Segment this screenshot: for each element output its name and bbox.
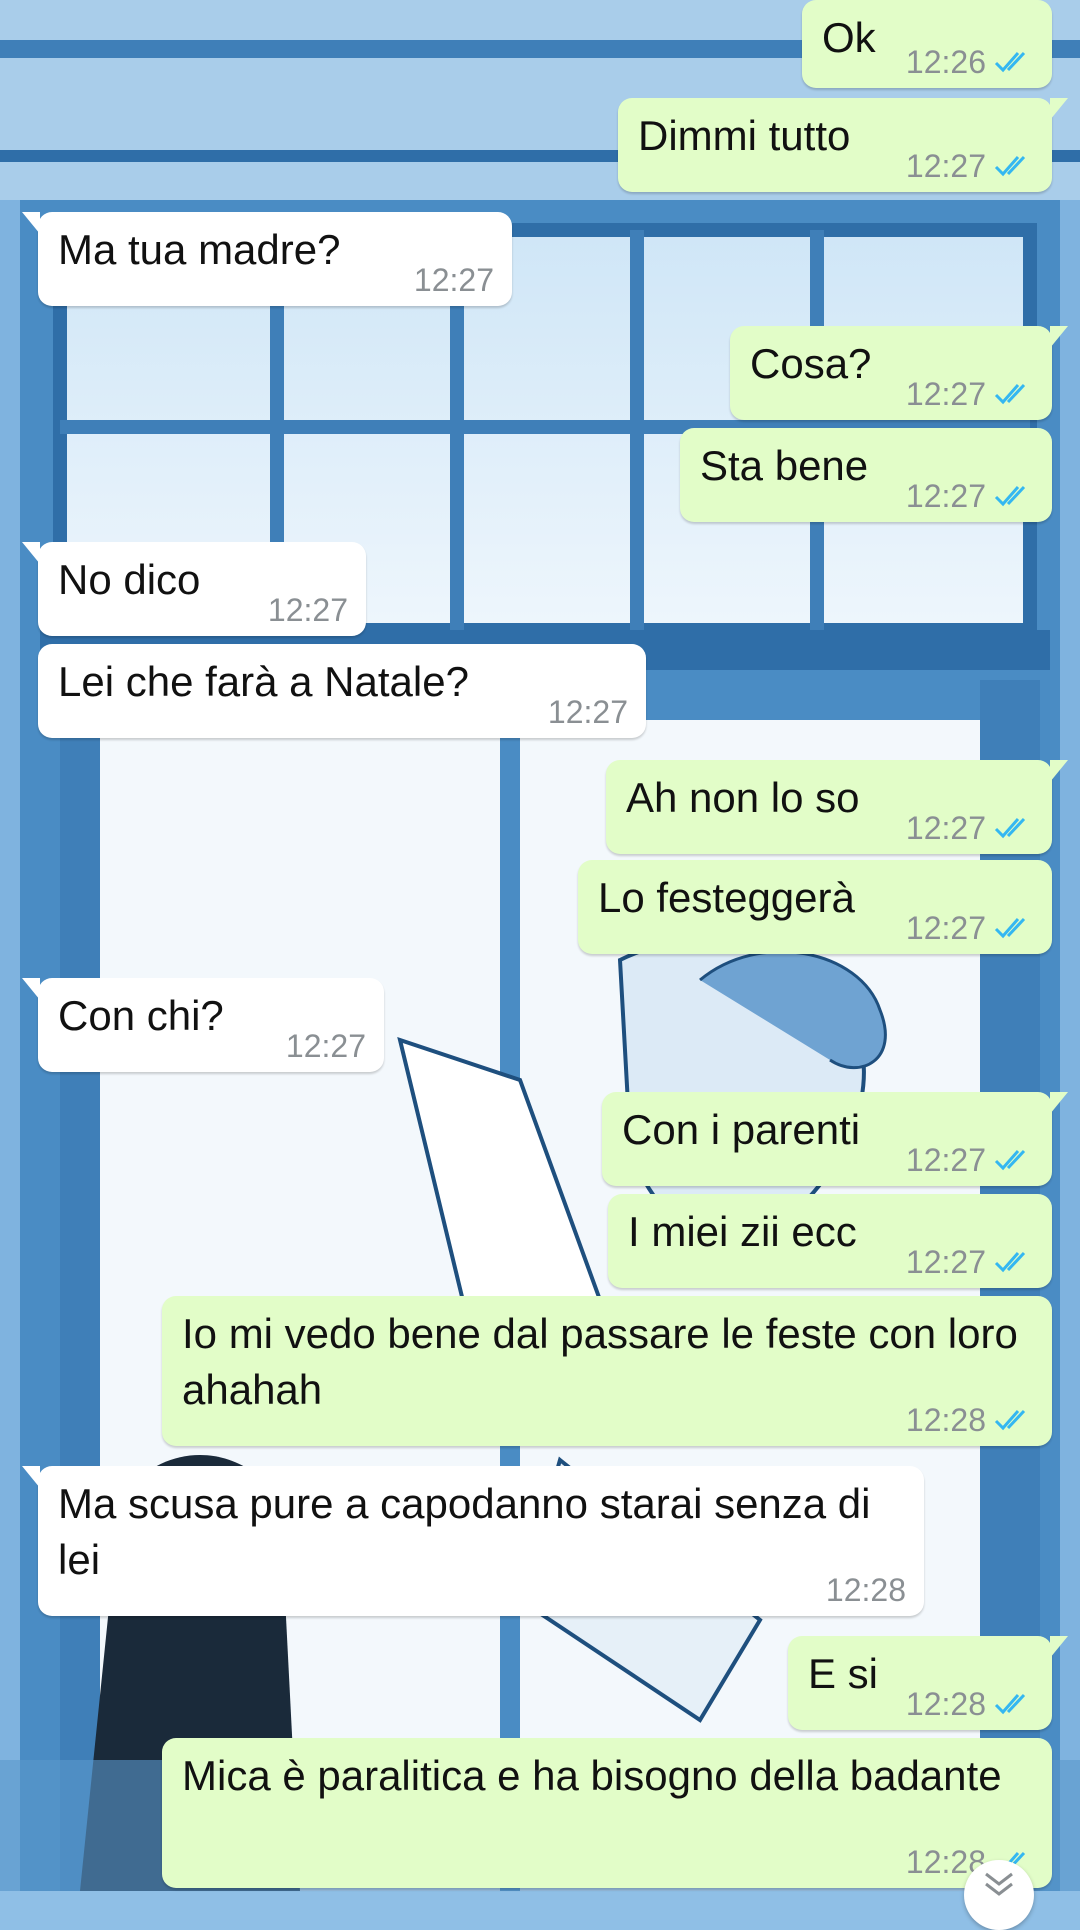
message-time: 12:27 [905, 1142, 986, 1178]
outgoing-message-bubble[interactable]: Ah non lo so 12:27 [606, 760, 1068, 854]
outgoing-message-bubble[interactable]: Ok 12:26 [802, 0, 1052, 88]
message-meta: 12:26 [906, 44, 1034, 80]
read-receipt-double-check-icon [994, 1149, 1026, 1171]
message-text: Ah non lo so [626, 774, 860, 821]
message-meta: 12:27 [906, 1244, 1034, 1280]
incoming-message-bubble[interactable]: Con chi? 12:27 [22, 978, 384, 1072]
message-time: 12:28 [825, 1572, 906, 1608]
message-meta: 12:27 [548, 694, 628, 730]
message-text: Mica è paralitica e ha bisogno della bad… [182, 1752, 1002, 1799]
outgoing-message-bubble[interactable]: Io mi vedo bene dal passare le feste con… [162, 1296, 1052, 1446]
message-text: Con i parenti [622, 1106, 861, 1153]
double-chevron-down-icon [985, 1872, 1013, 1896]
incoming-message-bubble[interactable]: Ma scusa pure a capodanno starai senza d… [22, 1466, 924, 1616]
message-meta: 12:27 [414, 262, 494, 298]
outgoing-message-bubble[interactable]: I miei zii ecc 12:27 [608, 1194, 1052, 1288]
message-text: I miei zii ecc [628, 1208, 857, 1255]
read-receipt-double-check-icon [994, 1693, 1026, 1715]
message-text: Ok [822, 14, 876, 61]
message-text: Io mi vedo bene dal passare le feste con… [182, 1310, 1018, 1413]
message-time: 12:27 [905, 148, 986, 184]
message-text: Cosa? [750, 340, 872, 387]
message-text: Dimmi tutto [638, 112, 851, 159]
outgoing-message-bubble[interactable]: E si 12:28 [788, 1636, 1068, 1730]
message-meta: 12:28 [906, 1402, 1034, 1438]
outgoing-message-bubble[interactable]: Con i parenti 12:27 [602, 1092, 1068, 1186]
scroll-to-bottom-button[interactable] [964, 1860, 1034, 1930]
message-time: 12:27 [905, 478, 986, 514]
read-receipt-double-check-icon [994, 1409, 1026, 1431]
incoming-message-bubble[interactable]: No dico 12:27 [22, 542, 366, 636]
message-time: 12:27 [267, 592, 348, 628]
message-time: 12:26 [905, 44, 986, 80]
message-text: Lo festeggerà [598, 874, 855, 921]
read-receipt-double-check-icon [994, 383, 1026, 405]
message-text: Ma tua madre? [58, 226, 341, 273]
message-meta: 12:28 [826, 1572, 906, 1608]
message-time: 12:28 [905, 1686, 986, 1722]
outgoing-message-bubble[interactable]: Dimmi tutto 12:27 [618, 98, 1068, 192]
outgoing-message-bubble[interactable]: Cosa? 12:27 [730, 326, 1068, 420]
read-receipt-double-check-icon [994, 917, 1026, 939]
incoming-message-bubble[interactable]: Lei che farà a Natale? 12:27 [38, 644, 646, 738]
read-receipt-double-check-icon [994, 1251, 1026, 1273]
read-receipt-double-check-icon [994, 485, 1026, 507]
message-text: E si [808, 1650, 879, 1697]
message-time: 12:27 [413, 262, 494, 298]
message-meta: 12:27 [906, 478, 1034, 514]
read-receipt-double-check-icon [994, 155, 1026, 177]
message-text: Sta bene [700, 442, 869, 489]
message-meta: 12:27 [906, 148, 1034, 184]
message-time: 12:27 [905, 810, 986, 846]
chat-conversation[interactable]: Ok 12:26 Dimmi tutto 12:27 Ma tua madre? 12:2… [0, 0, 1080, 1891]
message-text: Lei che farà a Natale? [58, 658, 469, 705]
message-meta: 12:27 [906, 376, 1034, 412]
read-receipt-double-check-icon [994, 817, 1026, 839]
message-time: 12:27 [905, 910, 986, 946]
message-time: 12:28 [905, 1402, 986, 1438]
outgoing-message-bubble[interactable]: Mica è paralitica e ha bisogno della bad… [162, 1738, 1052, 1888]
message-time: 12:27 [285, 1028, 366, 1064]
incoming-message-bubble[interactable]: Ma tua madre? 12:27 [22, 212, 512, 306]
message-meta: 12:27 [906, 810, 1034, 846]
read-receipt-double-check-icon [994, 51, 1026, 73]
message-text: Ma scusa pure a capodanno starai senza d… [58, 1480, 871, 1583]
outgoing-message-bubble[interactable]: Sta bene 12:27 [680, 428, 1052, 522]
message-time: 12:27 [905, 376, 986, 412]
message-meta: 12:27 [286, 1028, 366, 1064]
message-meta: 12:27 [906, 1142, 1034, 1178]
outgoing-message-bubble[interactable]: Lo festeggerà 12:27 [578, 860, 1052, 954]
message-text: Con chi? [58, 992, 224, 1039]
message-meta: 12:28 [906, 1686, 1034, 1722]
message-meta: 12:27 [268, 592, 348, 628]
message-time: 12:27 [547, 694, 628, 730]
message-text: No dico [58, 556, 201, 603]
message-meta: 12:27 [906, 910, 1034, 946]
message-time: 12:27 [905, 1244, 986, 1280]
